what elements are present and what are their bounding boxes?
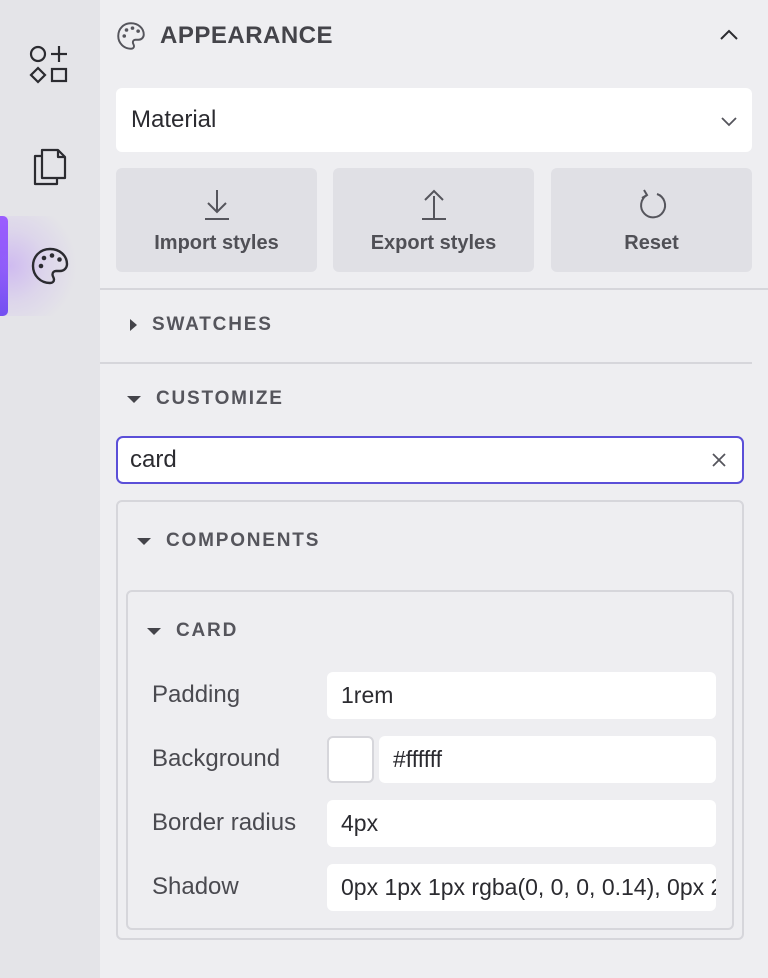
style-actions: Import styles Export styles Reset — [116, 168, 752, 272]
border-radius-field[interactable]: 4px — [327, 800, 716, 847]
caret-down-icon — [147, 628, 161, 635]
padding-label: Padding — [152, 681, 241, 708]
export-icon — [421, 189, 446, 220]
import-icon — [204, 190, 229, 220]
left-rail — [0, 0, 100, 978]
swatches-section-header[interactable]: SWATCHES — [128, 314, 273, 336]
divider — [100, 288, 768, 290]
swatches-section-label: SWATCHES — [152, 314, 273, 335]
border-radius-label: Border radius — [152, 809, 297, 836]
background-color-swatch[interactable] — [327, 736, 374, 783]
caret-down-icon — [137, 538, 151, 545]
customize-section-header[interactable]: CUSTOMIZE — [126, 388, 284, 410]
search-input-value: card — [130, 446, 177, 473]
palette-icon — [31, 247, 69, 285]
customize-section-label: CUSTOMIZE — [156, 388, 284, 409]
shapes-icon — [29, 45, 68, 84]
background-field[interactable]: #ffffff — [379, 736, 716, 783]
appearance-header[interactable]: APPEARANCE — [116, 14, 744, 58]
appearance-panel: APPEARANCE Material Import styles Export… — [100, 0, 768, 978]
copy-icon — [33, 148, 67, 186]
customize-search-input[interactable]: card — [116, 436, 744, 484]
padding-field[interactable]: 1rem — [327, 672, 716, 719]
import-styles-button[interactable]: Import styles — [116, 168, 317, 272]
close-icon[interactable] — [710, 451, 728, 469]
rail-item-appearance[interactable] — [0, 216, 100, 316]
caret-down-icon — [127, 396, 141, 403]
reset-label: Reset — [624, 232, 679, 254]
reset-button[interactable]: Reset — [551, 168, 752, 272]
components-section-label: COMPONENTS — [166, 530, 321, 551]
divider — [100, 362, 752, 364]
card-section-header[interactable]: CARD — [146, 620, 238, 642]
chevron-down-icon — [721, 117, 737, 127]
theme-select-value: Material — [131, 106, 217, 133]
rail-item-pages[interactable] — [0, 116, 100, 216]
rail-item-elements[interactable] — [0, 16, 100, 116]
panel-title: APPEARANCE — [160, 22, 334, 49]
reset-icon — [639, 189, 666, 219]
chevron-up-icon[interactable] — [718, 24, 740, 46]
shadow-field[interactable]: 0px 1px 1px rgba(0, 0, 0, 0.14), 0px 2px… — [327, 864, 716, 911]
card-section-label: CARD — [176, 620, 239, 641]
shadow-label: Shadow — [152, 873, 239, 900]
export-styles-label: Export styles — [370, 232, 497, 254]
import-styles-label: Import styles — [154, 232, 279, 254]
caret-right-icon — [130, 319, 137, 331]
export-styles-button[interactable]: Export styles — [333, 168, 534, 272]
palette-icon — [117, 22, 145, 50]
background-label: Background — [152, 745, 281, 772]
components-section-header[interactable]: COMPONENTS — [136, 530, 320, 552]
theme-select[interactable]: Material — [116, 88, 752, 152]
